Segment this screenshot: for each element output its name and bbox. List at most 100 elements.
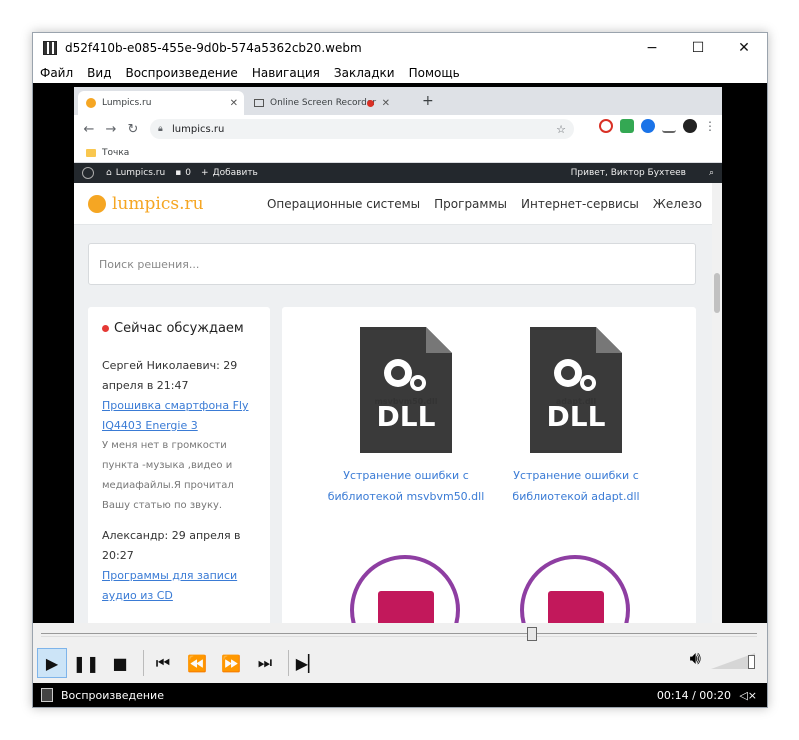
playlist-icon[interactable] [662,119,676,133]
article-card[interactable]: adapt.dll DLL Устранение ошибки с библио… [496,327,656,507]
bookmark-item[interactable]: Точка [102,148,129,158]
address-bar[interactable]: 🔒︎ lumpics.ru ☆ [150,119,574,139]
time-display: 00:14 / 00:20 [656,688,731,702]
comment-text: У меня нет в громкости пункта -музыка ,в… [102,440,234,511]
stop-button[interactable]: ■ [105,648,135,678]
window-title: d52f410b-e085-455e-9d0b-574a5362cb20.web… [65,41,362,55]
maximize-button[interactable]: ☐ [675,33,721,63]
close-icon[interactable]: ✕ [382,98,390,109]
scroll-thumb[interactable] [714,273,720,313]
seek-bar[interactable] [41,633,757,637]
site-header: lumpics.ru Операционные системы Программ… [74,183,722,225]
comment-link[interactable]: Прошивка смартфона Fly IQ4403 Energie 3 [102,396,256,436]
live-dot-icon [102,325,109,332]
comment-author: Сергей Николаевич: 29 апреля в 21:47 [102,359,238,392]
comment-author: Александр: 29 апреля в 20:27 [102,529,241,562]
wordpress-icon[interactable] [82,167,94,179]
forward-icon[interactable]: → [100,122,122,137]
divider [288,650,289,676]
globe-icon[interactable] [641,119,655,133]
mute-icon[interactable]: ◁× [739,689,757,702]
user-greeting[interactable]: Привет, Виктор Бухтеев [571,168,686,178]
home-icon: ⌂ [106,168,112,178]
bookmarks-bar: Точка [74,143,722,163]
url-text: lumpics.ru [172,123,225,135]
site-body: lumpics.ru Операционные системы Программ… [74,183,722,623]
status-bar: Воспроизведение 00:14 / 00:20 ◁× [33,683,767,707]
laptop-cursor-icon[interactable] [520,555,630,623]
wp-admin-bar: ⌂ Lumpics.ru ▪ 0 + Добавить Привет, Викт… [74,163,722,183]
sidebar-title: Сейчас обсуждаем [114,321,244,336]
plus-icon: + [201,168,209,178]
divider [143,650,144,676]
menu-playback[interactable]: Воспроизведение [118,66,244,80]
article-title-link[interactable]: Устранение ошибки с библиотекой msvbvm50… [326,465,486,507]
extension-o-icon[interactable] [599,119,613,133]
back-icon[interactable]: ← [78,122,100,137]
volume-control: 🔊︎ [690,647,755,669]
search-icon[interactable]: ⌕ [709,168,714,178]
lumpics-favicon-icon [86,98,96,108]
menu-view[interactable]: Вид [80,66,118,80]
site-search-input[interactable]: Поиск решения... [88,243,696,285]
logo-icon [88,194,106,213]
browser-toolbar: ← → ↻ 🔒︎ lumpics.ru ☆ ⋮ [74,115,722,143]
comment-link[interactable]: Программы для записи аудио из CD [102,566,256,606]
volume-slider[interactable] [711,647,755,669]
next-button[interactable]: ⏭ [250,648,280,678]
video-area[interactable]: Lumpics.ru ✕ Online Screen Recorder ✕ + … [33,83,767,623]
tab-lumpics[interactable]: Lumpics.ru ✕ [78,91,244,115]
tab-strip: Lumpics.ru ✕ Online Screen Recorder ✕ + [74,87,722,115]
discussion-sidebar: Сейчас обсуждаем Сергей Николаевич: 29 а… [88,307,270,623]
menu-bookmarks[interactable]: Закладки [327,66,402,80]
speaker-icon[interactable]: 🔊︎ [690,648,701,669]
minimize-button[interactable]: − [629,33,675,63]
previous-button[interactable]: ⏮ [148,648,178,678]
comment-icon: ▪ [175,168,182,178]
playback-controls: ▶ ❚❚ ■ ⏮ ⏪ ⏩ ⏭ ▶▏ 🔊︎ [33,623,767,683]
menu-help[interactable]: Помощь [402,66,467,80]
article-grid: msvbvm50.dll DLL Устранение ошибки с биб… [282,307,696,623]
site-nav: Операционные системы Программы Интернет-… [267,197,702,211]
rewind-button[interactable]: ⏪ [182,648,212,678]
article-card[interactable]: msvbvm50.dll DLL Устранение ошибки с биб… [326,327,486,507]
tab-label: Online Screen Recorder [270,98,377,108]
checkmark-icon[interactable] [620,119,634,133]
wp-site-link[interactable]: Lumpics.ru [116,168,165,178]
nav-internet[interactable]: Интернет-сервисы [521,197,639,211]
reload-icon[interactable]: ↻ [122,122,144,137]
folder-icon [86,148,96,157]
site-logo[interactable]: lumpics.ru [112,194,204,214]
dll-file-icon: adapt.dll DLL [530,327,622,453]
fast-forward-button[interactable]: ⏩ [216,648,246,678]
dll-badge: DLL [376,400,436,433]
browser-frame: Lumpics.ru ✕ Online Screen Recorder ✕ + … [74,87,722,623]
star-icon[interactable]: ☆ [556,123,566,136]
menu-dots-icon[interactable]: ⋮ [704,119,716,133]
player-window: d52f410b-e085-455e-9d0b-574a5362cb20.web… [32,32,768,708]
nav-hardware[interactable]: Железо [653,197,702,211]
close-button[interactable]: ✕ [721,33,767,63]
nav-programs[interactable]: Программы [434,197,507,211]
dll-badge: DLL [546,400,606,433]
play-button[interactable]: ▶ [37,648,67,678]
close-icon[interactable]: ✕ [230,98,238,109]
file-icon [41,688,53,702]
wp-add-link[interactable]: Добавить [213,168,258,178]
title-bar: d52f410b-e085-455e-9d0b-574a5362cb20.web… [33,33,767,63]
avatar[interactable] [683,119,697,133]
menu-navigation[interactable]: Навигация [245,66,327,80]
frame-step-button[interactable]: ▶▏ [293,648,323,678]
new-tab-button[interactable]: + [422,93,434,109]
article-title-link[interactable]: Устранение ошибки с библиотекой adapt.dl… [496,465,656,507]
page-scrollbar[interactable] [712,183,722,623]
seek-handle[interactable] [527,627,537,641]
menu-bar: Файл Вид Воспроизведение Навигация Закла… [33,63,767,83]
laptop-cursor-icon[interactable] [350,555,460,623]
tab-recorder[interactable]: Online Screen Recorder ✕ [246,91,396,115]
volume-knob[interactable] [748,655,755,669]
menu-file[interactable]: Файл [33,66,80,80]
pause-button[interactable]: ❚❚ [71,648,101,678]
nav-os[interactable]: Операционные системы [267,197,420,211]
comment-count[interactable]: 0 [185,168,191,178]
